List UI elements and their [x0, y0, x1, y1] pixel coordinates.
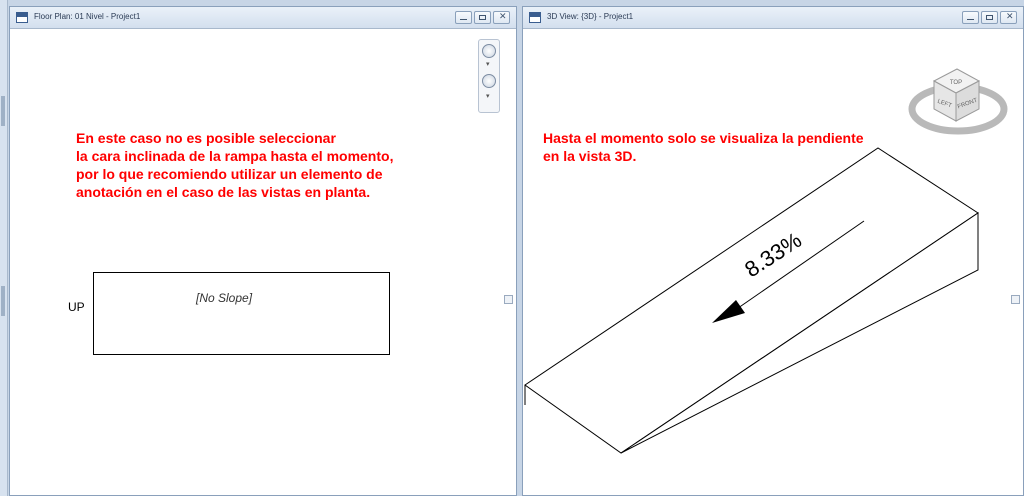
restore-button[interactable] [981, 11, 998, 24]
app-icon [16, 12, 28, 23]
panel-mark [1, 96, 5, 126]
no-slope-label: [No Slope] [196, 291, 253, 305]
3d-view-titlebar[interactable]: 3D View: {3D} - Project1 ✕ [523, 7, 1023, 29]
minimize-button[interactable] [455, 11, 472, 24]
ramp-solid[interactable] [524, 147, 979, 454]
restore-button[interactable] [474, 11, 491, 24]
floor-plan-window[interactable]: Floor Plan: 01 Nivel - Project1 ✕ ▾ ▾ En… [9, 6, 517, 496]
minimize-button[interactable] [962, 11, 979, 24]
ramp-3d-drawing: TOP LEFT FRONT 8.33% [524, 68, 1008, 454]
minimize-icon [967, 19, 974, 20]
ramp-plan-outline[interactable] [93, 272, 390, 355]
3d-view-canvas[interactable]: Hasta el momento solo se visualiza la pe… [523, 29, 1023, 495]
left-panel-edge [0, 0, 8, 496]
panel-mark [1, 286, 5, 316]
close-button[interactable]: ✕ [493, 11, 510, 24]
restore-icon [986, 15, 993, 20]
scroll-handle[interactable] [504, 295, 513, 304]
minimize-icon [460, 19, 467, 20]
floor-plan-canvas[interactable]: ▾ ▾ En este caso no es posible seleccion… [10, 29, 516, 495]
3d-view-window[interactable]: 3D View: {3D} - Project1 ✕ Hasta el mome… [522, 6, 1024, 496]
app-icon [529, 12, 541, 23]
annotation-line: por lo que recomiendo utilizar un elemen… [76, 166, 383, 182]
floor-plan-titlebar[interactable]: Floor Plan: 01 Nivel - Project1 ✕ [10, 7, 516, 29]
floor-plan-window-title: Floor Plan: 01 Nivel - Project1 [34, 12, 141, 21]
floor-plan-annotation: En este caso no es posible seleccionar l… [76, 129, 393, 201]
close-button[interactable]: ✕ [1000, 11, 1017, 24]
chevron-down-icon[interactable]: ▾ [486, 92, 490, 100]
annotation-line: En este caso no es posible seleccionar [76, 130, 336, 146]
application-workspace: Floor Plan: 01 Nivel - Project1 ✕ ▾ ▾ En… [0, 0, 1024, 496]
close-icon: ✕ [499, 12, 507, 22]
annotation-line: anotación en el caso de las vistas en pl… [76, 184, 371, 200]
chevron-down-icon[interactable]: ▾ [486, 60, 490, 68]
zoom-icon[interactable] [482, 74, 496, 88]
restore-icon [479, 15, 486, 20]
steering-wheel-icon[interactable] [482, 44, 496, 58]
up-label: UP [68, 300, 85, 314]
viewcube-top-label: TOP [950, 80, 962, 86]
viewcube-icon[interactable]: TOP LEFT FRONT [908, 68, 1008, 135]
annotation-line: la cara inclinada de la rampa hasta el m… [76, 148, 394, 164]
3d-view-window-title: 3D View: {3D} - Project1 [547, 12, 634, 21]
close-icon: ✕ [1006, 12, 1014, 22]
navigation-bar[interactable]: ▾ ▾ [478, 39, 500, 113]
